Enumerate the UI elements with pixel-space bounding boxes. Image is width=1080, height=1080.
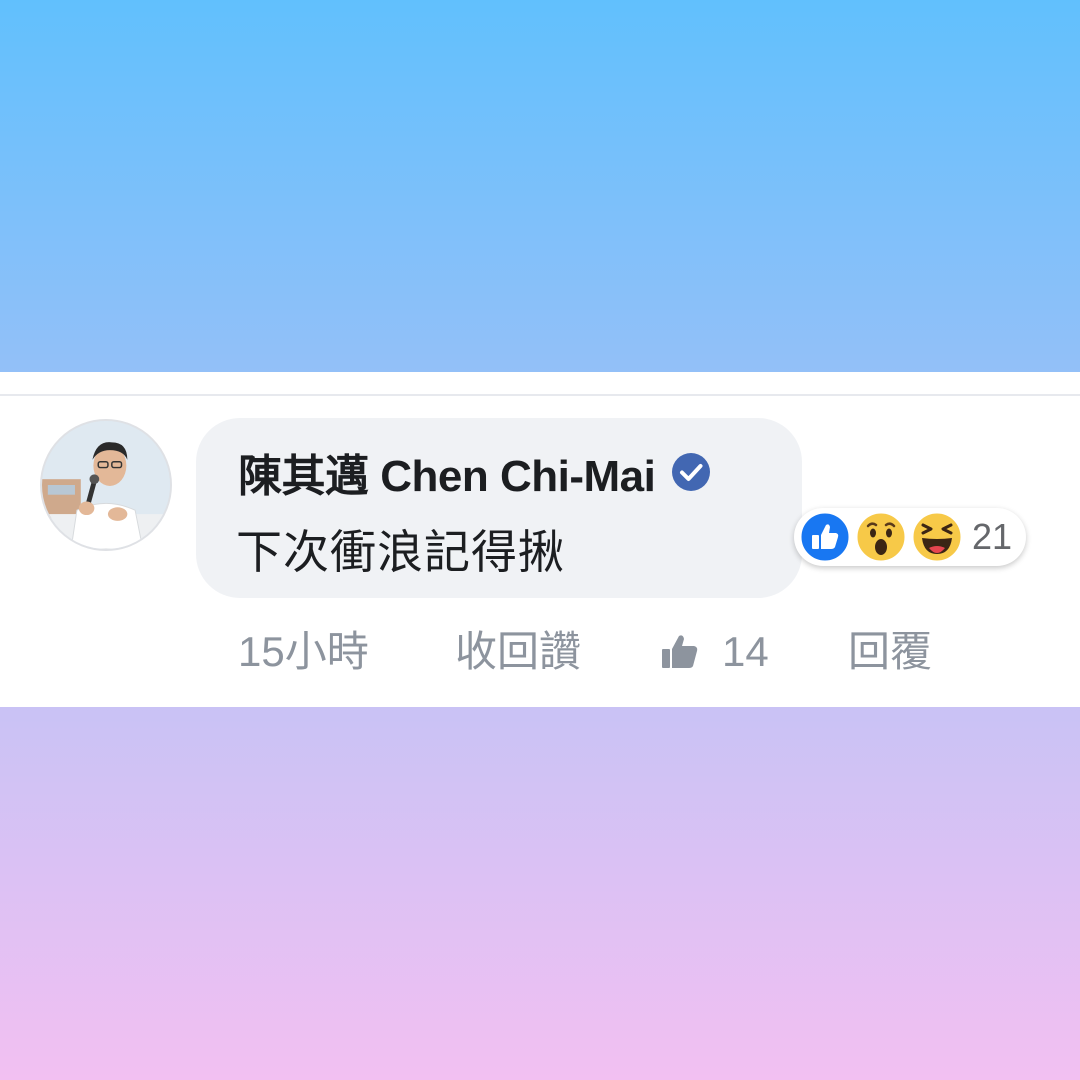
author-name[interactable]: 陳其邁 Chen Chi-Mai [238,440,656,504]
divider [0,394,1080,396]
comment-actions: 15小時 收回讚 14 回覆 [0,622,1080,682]
avatar[interactable] [40,419,172,551]
author-row: 陳其邁 Chen Chi-Mai [238,444,711,501]
comment-bubble: 陳其邁 Chen Chi-Mai 下次衝浪記得揪 [196,418,802,598]
reactions-summary[interactable]: 21 [794,508,1026,566]
thumbs-up-icon [662,635,698,668]
wow-icon [854,510,908,564]
unlike-button[interactable]: 收回讚 [455,622,581,682]
background-top-gradient [0,0,1080,372]
like-count-value: 14 [722,628,769,675]
reply-button[interactable]: 回覆 [848,622,932,682]
timestamp[interactable]: 15小時 [238,622,369,682]
like-count[interactable]: 14 [660,622,769,682]
avatar-photo [42,421,170,549]
verified-badge-icon [671,452,711,492]
like-icon [798,510,852,564]
haha-icon [910,510,964,564]
comment-panel: 陳其邁 Chen Chi-Mai 下次衝浪記得揪 21 15小時 收回讚 14 … [0,372,1080,707]
background-bottom-gradient [0,707,1080,1080]
reaction-count: 21 [972,516,1013,557]
comment-text: 下次衝浪記得揪 [236,526,565,578]
